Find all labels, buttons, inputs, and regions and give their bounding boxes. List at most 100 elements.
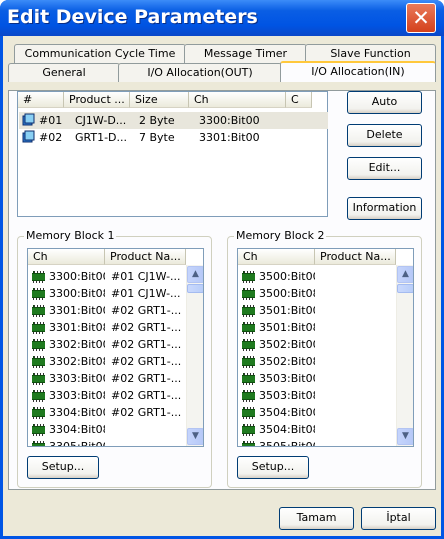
window-title: Edit Device Parameters [7,6,258,28]
title-bar[interactable]: Edit Device Parameters ✕ [0,0,444,36]
scroll-thumb[interactable] [187,284,203,293]
memory-ch: 3301:Bit08 [49,321,105,334]
memory-row[interactable]: 3305:Bit00 [29,438,185,447]
memory-chip-icon [242,288,255,300]
dialog-window: Edit Device Parameters ✕ Communication C… [0,0,444,539]
scroll-down-icon[interactable]: ▼ [397,428,413,445]
memory-chip-icon [242,271,255,283]
delete-button[interactable]: Delete [347,124,422,147]
memory-row[interactable]: 3502:Bit00 [239,336,395,353]
memory-row[interactable]: 3301:Bit00 #02 GRT1-... [29,302,185,319]
memory-row[interactable]: 3501:Bit08 [239,319,395,336]
setup-button-block-1[interactable]: Setup... [27,456,99,479]
column-header-c[interactable]: C [286,92,312,108]
memory-chip-icon [32,424,45,436]
memory-row[interactable]: 3300:Bit08 #01 CJ1W-... [29,285,185,302]
memory-ch: 3502:Bit08 [259,355,315,368]
memory-product-name: #02 GRT1-... [111,338,182,351]
memory-ch: 3504:Bit08 [259,423,315,436]
memory-row[interactable]: 3504:Bit00 [239,404,395,421]
memory-row[interactable]: 3301:Bit08 #02 GRT1-... [29,319,185,336]
memory-product-name: #01 CJ1W-... [111,287,181,300]
information-button[interactable]: Information [347,197,422,220]
memory-row[interactable]: 3302:Bit00 #02 GRT1-... [29,336,185,353]
memory-product-name: #02 GRT1-... [111,389,182,402]
close-button[interactable]: ✕ [406,3,436,33]
cancel-button[interactable]: İptal [361,507,436,530]
device-size: 7 Byte [139,131,175,144]
device-number: #02 [39,131,63,144]
memory-chip-icon [32,407,45,419]
memory-block-2-list[interactable]: Ch Product Na... 3500:Bit00 3500:Bit08 350… [237,248,414,447]
device-ch: 3300:Bit00 [199,114,260,127]
memory-row[interactable]: 3302:Bit08 #02 GRT1-... [29,353,185,370]
column-header-ch[interactable]: Ch [28,249,105,265]
column-header-ch[interactable]: Ch [189,92,286,108]
scroll-thumb[interactable] [397,284,413,293]
memory-chip-icon [242,322,255,334]
tab-communication-cycle-time[interactable]: Communication Cycle Time [14,44,186,63]
column-header-product[interactable]: Product ... [64,92,130,108]
memory-row[interactable]: 3303:Bit00 #02 GRT1-... [29,370,185,387]
memory-row[interactable]: 3500:Bit00 [239,268,395,285]
memory-ch: 3304:Bit00 [49,406,105,419]
memory-chip-icon [32,271,45,283]
device-list[interactable]: # Product ... Size Ch C #01 CJ1W-D... 2 … [17,91,328,217]
edit-button[interactable]: Edit... [347,157,422,180]
device-icon [22,130,35,143]
column-header-number[interactable]: # [18,92,64,108]
memory-row[interactable]: 3303:Bit08 #02 GRT1-... [29,387,185,404]
memory-ch: 3300:Bit08 [49,287,105,300]
memory-row[interactable]: 3503:Bit00 [239,370,395,387]
tab-io-allocation-out[interactable]: I/O Allocation(OUT) [118,63,282,82]
memory-row[interactable]: 3501:Bit00 [239,302,395,319]
memory-row[interactable]: 3503:Bit08 [239,387,395,404]
memory-chip-icon [32,390,45,402]
memory-row[interactable]: 3304:Bit08 [29,421,185,438]
memory-ch: 3305:Bit00 [49,440,105,447]
memory-ch: 3503:Bit08 [259,389,315,402]
setup-button-block-2[interactable]: Setup... [237,456,309,479]
device-row[interactable]: #01 CJ1W-D... 2 Byte 3300:Bit00 [19,112,328,129]
memory-row[interactable]: 3304:Bit00 #02 GRT1-... [29,404,185,421]
memory-product-name: #02 GRT1-... [111,321,182,334]
auto-button[interactable]: Auto [347,91,422,114]
memory-chip-icon [32,339,45,351]
memory-ch: 3302:Bit00 [49,338,105,351]
memory-chip-icon [242,441,255,446]
memory-chip-icon [242,424,255,436]
device-ch: 3301:Bit00 [199,131,260,144]
memory-block-1-list[interactable]: Ch Product Na... 3300:Bit00 #01 CJ1W-... 3… [27,248,204,447]
memory-product-name: #01 CJ1W-... [111,270,181,283]
memory-product-name: #02 GRT1-... [111,304,182,317]
scroll-up-icon[interactable]: ▲ [187,266,203,283]
memory-block-2-title: Memory Block 2 [234,229,327,243]
memory-row[interactable]: 3505:Bit00 [239,438,395,446]
tab-general[interactable]: General [8,63,120,82]
scroll-up-icon[interactable]: ▲ [397,266,413,283]
memory-ch: 3500:Bit00 [259,270,315,283]
device-size: 2 Byte [139,114,175,127]
column-header-product-name[interactable]: Product Na... [105,249,186,265]
device-row[interactable]: #02 GRT1-D... 7 Byte 3301:Bit00 [19,129,328,146]
memory-product-name: #02 GRT1-... [111,406,182,419]
memory-product-name: #02 GRT1-... [111,372,182,385]
memory-ch: 3502:Bit00 [259,338,315,351]
memory-ch: 3500:Bit08 [259,287,315,300]
column-header-ch[interactable]: Ch [238,249,315,265]
column-header-product-name[interactable]: Product Na... [315,249,396,265]
memory-ch: 3501:Bit08 [259,321,315,334]
ok-button[interactable]: Tamam [279,507,354,530]
memory-row[interactable]: 3504:Bit08 [239,421,395,438]
tab-io-allocation-in[interactable]: I/O Allocation(IN) [280,61,436,82]
memory-row[interactable]: 3502:Bit08 [239,353,395,370]
memory-row[interactable]: 3300:Bit00 #01 CJ1W-... [29,268,185,285]
memory-block-1-title: Memory Block 1 [24,229,117,243]
memory-block-1-scrollbar[interactable]: ▲ ▼ [186,265,203,446]
memory-block-2-scrollbar[interactable]: ▲ ▼ [396,265,413,446]
memory-ch: 3503:Bit00 [259,372,315,385]
memory-row[interactable]: 3500:Bit08 [239,285,395,302]
memory-chip-icon [32,373,45,385]
scroll-down-icon[interactable]: ▼ [187,428,203,445]
column-header-size[interactable]: Size [130,92,189,108]
